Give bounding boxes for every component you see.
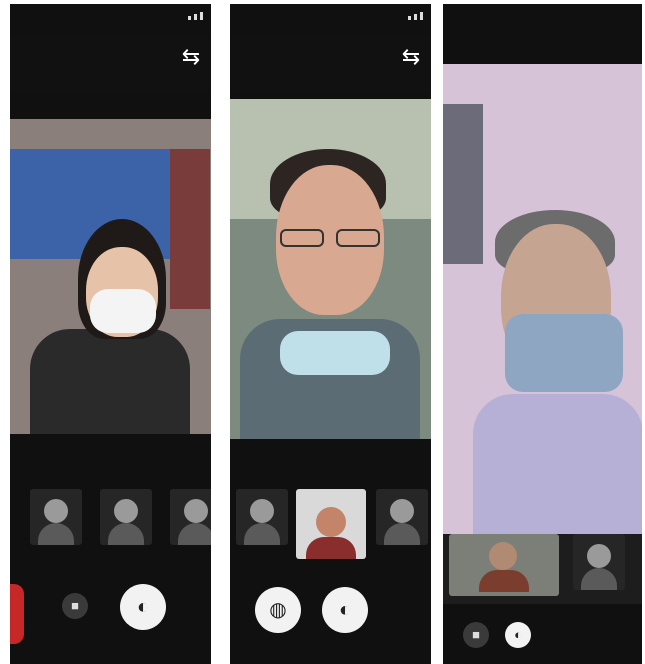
participant-thumbnail[interactable]	[376, 489, 428, 545]
main-video	[443, 64, 642, 534]
background-shelf	[443, 104, 483, 264]
switch-camera-icon[interactable]: ⇆	[181, 44, 201, 70]
phone-screen-1: ⇆ ■ ◐	[10, 4, 211, 664]
participant-thumbnail[interactable]	[100, 489, 152, 545]
participant-body	[473, 394, 642, 534]
video-call-screens: ⇆ ■ ◐ ⇆ ◍ ◐ ■ ◐	[0, 0, 645, 664]
active-speaker-thumbnail[interactable]	[296, 489, 366, 559]
face-mask	[90, 289, 156, 333]
call-controls: ■ ◐	[10, 579, 211, 649]
glasses-left	[280, 229, 324, 247]
call-controls: ◍ ◐	[230, 579, 431, 649]
participant-thumbnail[interactable]	[573, 534, 625, 590]
mic-icon[interactable]: ◐	[322, 587, 368, 633]
signal-icon	[408, 12, 423, 20]
glasses-right	[336, 229, 380, 247]
main-video	[10, 119, 211, 434]
hangup-icon[interactable]	[10, 584, 24, 644]
signal-icon	[188, 12, 203, 20]
active-speaker-thumbnail[interactable]	[449, 534, 559, 596]
phone-screen-3: ■ ◐	[443, 4, 642, 664]
phone-screen-2: ⇆ ◍ ◐	[230, 4, 431, 664]
participant-thumbnail[interactable]	[236, 489, 288, 545]
main-video	[230, 99, 431, 439]
face-mask	[280, 331, 390, 375]
mic-icon[interactable]: ◐	[505, 622, 531, 648]
video-icon[interactable]: ■	[463, 622, 489, 648]
call-controls: ■ ◐	[443, 614, 642, 664]
meeting-header: ⇆	[230, 34, 431, 94]
face-mask	[505, 314, 623, 392]
participant-thumbnails	[10, 489, 211, 559]
switch-camera-icon[interactable]: ⇆	[401, 44, 421, 70]
participant-thumbnail[interactable]	[30, 489, 82, 545]
video-icon[interactable]: ■	[62, 593, 88, 619]
participant-thumbnails	[443, 534, 642, 604]
meeting-header: ⇆	[10, 34, 211, 94]
mic-icon[interactable]: ◐	[120, 584, 166, 630]
participant-body	[30, 329, 190, 434]
background-wall	[170, 149, 210, 309]
participant-thumbnail[interactable]	[170, 489, 211, 545]
video-icon[interactable]: ◍	[255, 587, 301, 633]
participant-thumbnails	[230, 489, 431, 559]
